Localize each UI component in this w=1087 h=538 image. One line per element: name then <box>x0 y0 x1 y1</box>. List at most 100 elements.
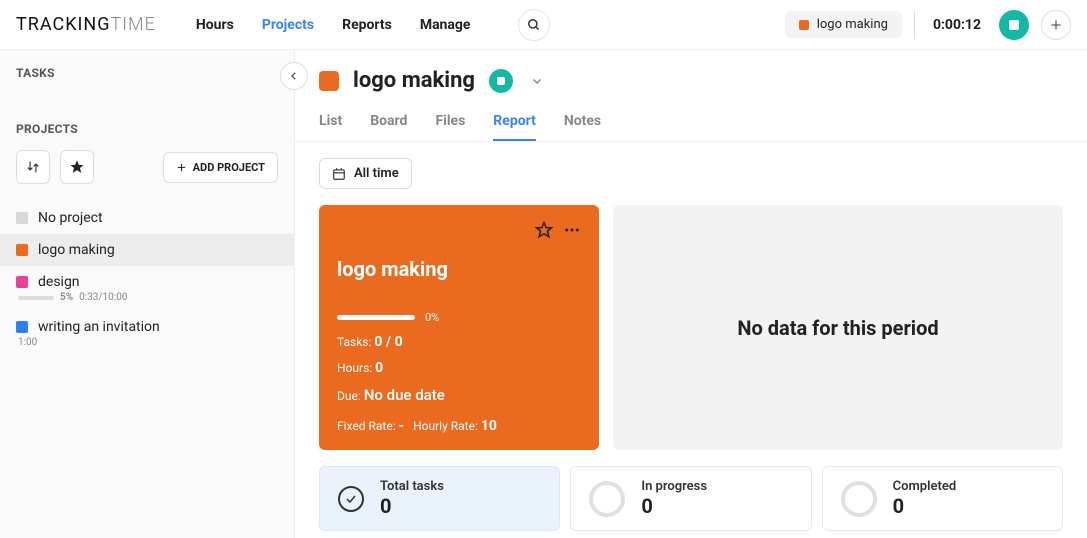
project-name-label: design <box>38 274 80 290</box>
report-row: logo making 0% Tasks: 0 / 0 Hours: 0 Due… <box>319 205 1063 450</box>
sidebar-item-writing-invitation[interactable]: writing an invitation 1:00 <box>0 311 294 356</box>
nav-projects[interactable]: Projects <box>262 17 314 33</box>
nav-reports[interactable]: Reports <box>342 17 392 33</box>
project-color-swatch <box>16 212 28 224</box>
check-circle-icon <box>338 486 364 512</box>
sidebar-item-no-project[interactable]: No project <box>0 202 294 234</box>
card-due-label: Due: <box>337 389 361 403</box>
stop-icon <box>497 77 505 85</box>
sort-button[interactable] <box>16 150 50 184</box>
nav-hours[interactable]: Hours <box>196 17 234 33</box>
stats-row: Total tasks 0 In progress 0 Completed <box>319 466 1063 531</box>
stat-inprogress-value: 0 <box>641 494 707 518</box>
card-title: logo making <box>337 257 581 281</box>
card-progress-percent: 0% <box>425 311 439 324</box>
project-timer-button[interactable] <box>489 69 513 93</box>
tab-files[interactable]: Files <box>435 113 465 141</box>
top-bar: TRACKINGTIME Hours Projects Reports Mana… <box>0 0 1087 50</box>
main-layout: TASKS PROJECTS ADD PROJECT No project <box>0 50 1087 538</box>
plus-icon <box>1049 18 1063 32</box>
card-hourly-rate-label: Hourly Rate: <box>413 419 478 433</box>
stat-total-label: Total tasks <box>380 479 444 494</box>
chevron-down-icon <box>531 75 543 87</box>
favorites-button[interactable] <box>60 150 94 184</box>
sidebar-tasks-heading: TASKS <box>0 66 294 80</box>
timer-elapsed: 0:00:12 <box>927 17 987 33</box>
app-logo: TRACKINGTIME <box>16 14 156 35</box>
tab-notes[interactable]: Notes <box>564 113 601 141</box>
sidebar: TASKS PROJECTS ADD PROJECT No project <box>0 50 295 538</box>
project-color-swatch <box>16 244 28 256</box>
project-tabs: List Board Files Report Notes <box>295 99 1087 142</box>
page-title: logo making <box>353 68 475 93</box>
nav-manage[interactable]: Manage <box>420 17 471 33</box>
project-name-label: writing an invitation <box>38 319 160 335</box>
project-time: 1:00 <box>18 337 37 348</box>
sidebar-collapse-button[interactable] <box>280 62 308 90</box>
project-color-swatch <box>16 321 28 333</box>
tab-report[interactable]: Report <box>493 113 536 141</box>
project-name-label: logo making <box>38 242 115 258</box>
project-color-block <box>319 71 339 91</box>
progress-detail: 0:33/10:00 <box>79 292 127 303</box>
sidebar-item-design[interactable]: design 5% 0:33/10:00 <box>0 266 294 311</box>
stat-completed-value: 0 <box>893 494 957 518</box>
progress-percent: 5% <box>60 292 73 303</box>
main-nav: Hours Projects Reports Manage <box>196 9 551 41</box>
project-menu-toggle[interactable] <box>527 71 547 91</box>
card-tasks-label: Tasks: <box>337 335 371 349</box>
card-hours-label: Hours: <box>337 361 372 375</box>
sort-icon <box>26 160 40 174</box>
date-range-button[interactable]: All time <box>319 158 412 189</box>
divider <box>914 11 915 39</box>
project-header: logo making <box>295 50 1087 99</box>
progress-ring-icon <box>589 481 625 517</box>
report-body: All time logo making 0% Tasks: 0 / 0 Hou… <box>295 142 1087 538</box>
add-project-button[interactable]: ADD PROJECT <box>163 152 278 183</box>
sidebar-projects-heading: PROJECTS <box>0 122 294 136</box>
date-range-label: All time <box>354 166 399 181</box>
project-summary-card: logo making 0% Tasks: 0 / 0 Hours: 0 Due… <box>319 205 599 450</box>
card-progress-bar <box>337 315 415 320</box>
card-fixed-rate-label: Fixed Rate: <box>337 419 396 433</box>
active-timer-chip[interactable]: logo making <box>785 11 902 38</box>
progress-ring-icon <box>841 481 877 517</box>
star-outline-icon[interactable] <box>535 221 553 239</box>
calendar-icon <box>332 167 346 181</box>
plus-icon <box>176 162 187 173</box>
timer-stop-button[interactable] <box>999 10 1029 40</box>
add-button[interactable] <box>1041 10 1071 40</box>
stat-inprogress-label: In progress <box>641 479 707 494</box>
card-tasks-value: 0 / 0 <box>374 334 402 350</box>
chart-empty-text: No data for this period <box>737 316 938 340</box>
project-name-label: No project <box>38 210 103 226</box>
project-color-swatch <box>16 276 28 288</box>
tab-list[interactable]: List <box>319 113 342 141</box>
timer-project-name: logo making <box>817 17 888 32</box>
stat-total-value: 0 <box>380 494 444 518</box>
sidebar-actions-row: ADD PROJECT <box>0 150 294 184</box>
stat-in-progress[interactable]: In progress 0 <box>570 466 811 531</box>
timer-project-color <box>799 20 809 30</box>
tab-board[interactable]: Board <box>370 113 407 141</box>
card-hourly-rate-value: 10 <box>481 418 497 434</box>
stat-total-tasks[interactable]: Total tasks 0 <box>319 466 560 531</box>
logo-part2: TIME <box>110 14 155 35</box>
logo-part1: TRACKING <box>16 14 110 35</box>
chevron-left-icon <box>289 71 299 81</box>
search-icon <box>527 18 541 32</box>
chart-panel: No data for this period <box>613 205 1063 450</box>
search-button[interactable] <box>518 9 550 41</box>
sidebar-item-logo-making[interactable]: logo making <box>0 234 294 266</box>
add-project-label: ADD PROJECT <box>193 161 265 174</box>
stat-completed-label: Completed <box>893 479 957 494</box>
card-fixed-rate-value: - <box>399 418 405 434</box>
content: logo making List Board Files Report Note… <box>295 50 1087 538</box>
stat-completed[interactable]: Completed 0 <box>822 466 1063 531</box>
stop-icon <box>1009 20 1019 30</box>
card-hours-value: 0 <box>375 360 383 376</box>
topbar-right: logo making 0:00:12 <box>785 10 1071 40</box>
progress-bar <box>18 296 54 300</box>
star-icon <box>70 160 84 174</box>
more-icon[interactable] <box>563 221 581 239</box>
